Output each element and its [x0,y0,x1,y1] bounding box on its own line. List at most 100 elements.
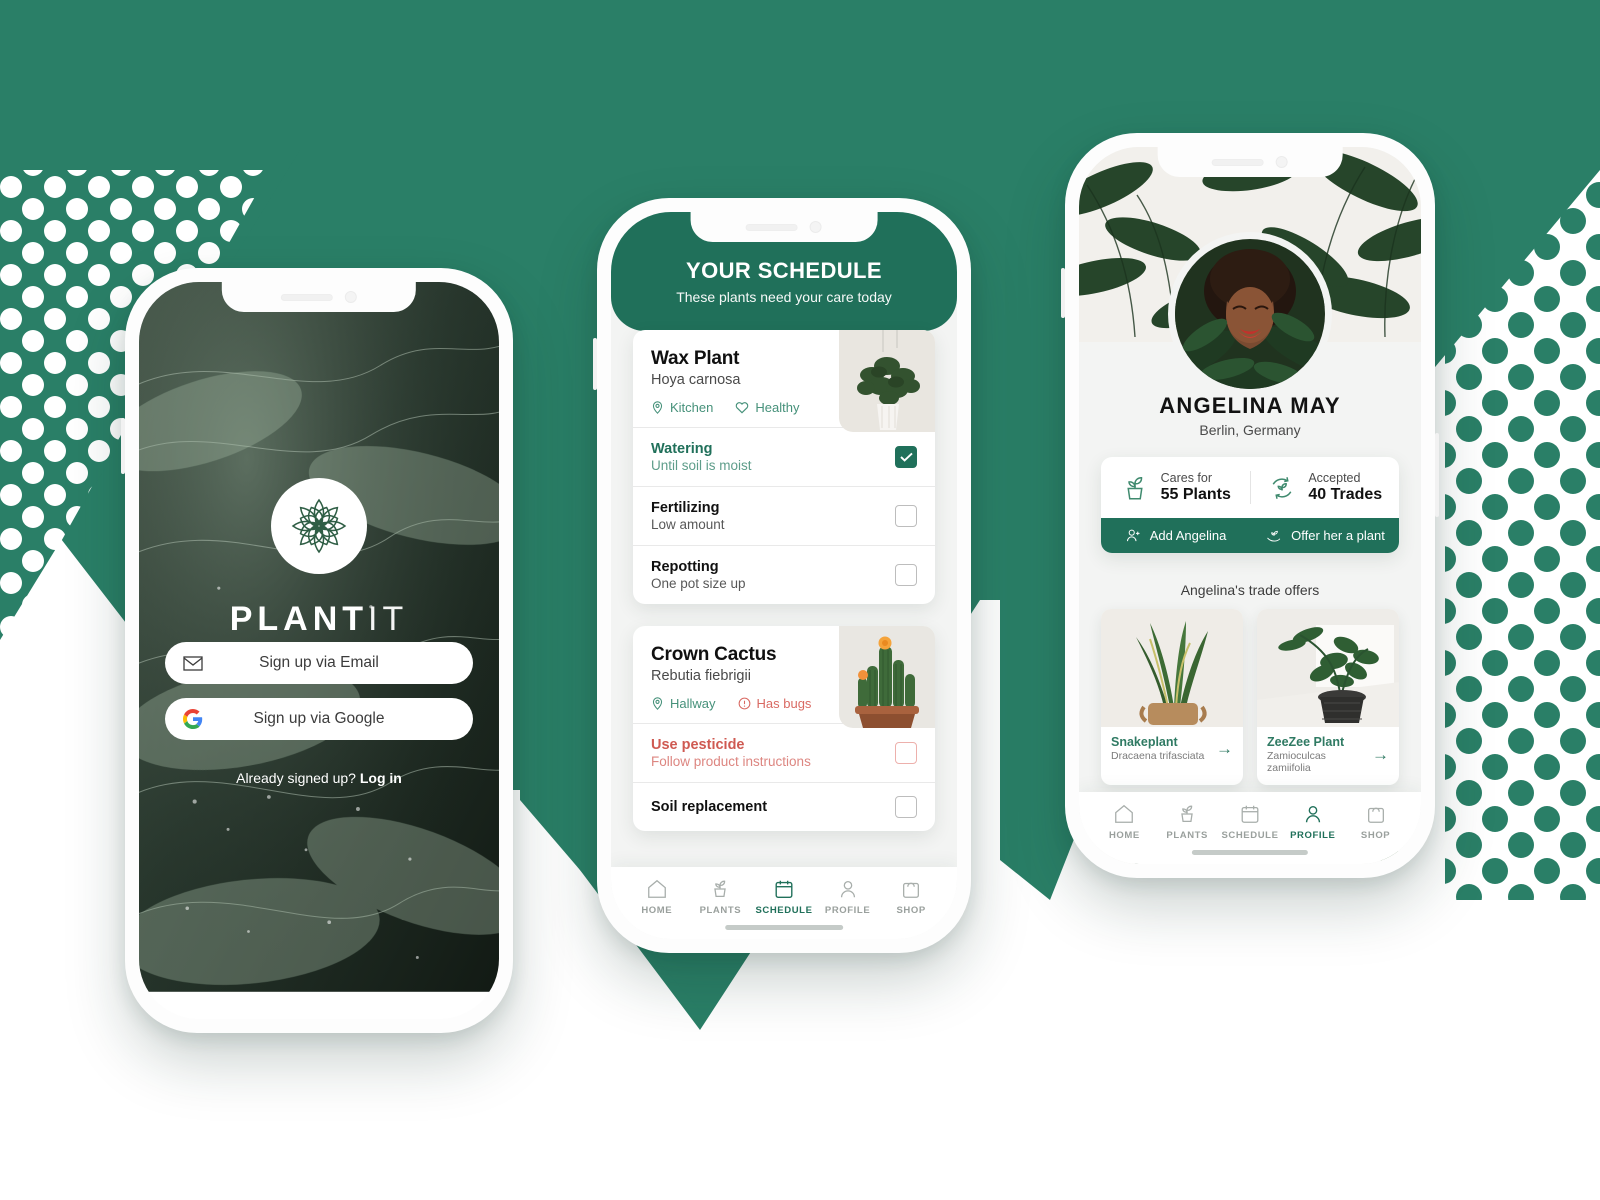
task-text: Repotting One pot size up [651,559,895,591]
tab-profile[interactable]: PROFILE [816,878,880,916]
tab-home[interactable]: HOME [625,878,689,916]
volume-button[interactable] [121,418,125,474]
arrow-right-icon[interactable]: → [1216,740,1233,757]
location-pin-icon [652,401,663,414]
home-indicator[interactable] [1191,850,1309,855]
plant-card-header: Crown Cactus Rebutia fiebrigii Hallway H… [633,626,935,728]
offer-plant-label: Offer her a plant [1291,528,1385,543]
profile-stats-card: Cares for 55 Plants Accepted 40 Trades A… [1101,457,1399,553]
tab-schedule[interactable]: SCHEDULE [1219,803,1282,841]
plant-tag-location-label: Hallway [670,696,716,711]
tab-shop[interactable]: SHOP [1344,803,1407,841]
stat-trades-label: Accepted [1308,471,1361,485]
brand-thin: IT [368,600,409,638]
phone3-notch [1157,147,1343,177]
tab-home[interactable]: HOME [1093,803,1156,841]
app-logo [271,478,367,574]
tab-profile[interactable]: PROFILE [1281,803,1344,841]
offer-text: Snakeplant Dracaena trifasciata [1111,735,1216,762]
brand-wordmark: PLANTIT [230,600,409,639]
volume-button[interactable] [593,338,597,390]
tab-plants[interactable]: PLANTS [1156,803,1219,841]
task-text: Watering Until soil is moist [651,441,895,473]
schedule-subtitle: These plants need your care today [676,289,892,305]
task-name: Use pesticide [651,737,745,753]
task-row[interactable]: Fertilizing Low amount [633,486,935,545]
home-indicator[interactable] [257,1005,381,1010]
volume-button[interactable] [1061,268,1065,318]
task-name: Repotting [651,559,719,575]
phone-schedule: YOUR SCHEDULE These plants need your car… [593,198,971,953]
plant-card[interactable]: Crown Cactus Rebutia fiebrigii Hallway H… [633,626,935,831]
trade-recycle-icon [1272,476,1292,499]
arrow-right-icon[interactable]: → [1372,746,1389,763]
task-desc: Until soil is moist [651,458,752,473]
task-row[interactable]: Repotting One pot size up [633,545,935,604]
task-text: Fertilizing Low amount [651,500,895,532]
add-friend-button[interactable]: Add Angelina [1101,527,1250,544]
signup-email-label: Sign up via Email [259,654,379,671]
offer-name: ZeeZee Plant [1267,735,1345,749]
avatar[interactable] [1175,239,1325,389]
tab-schedule-label: SCHEDULE [1221,830,1279,841]
person-icon [1305,805,1320,823]
signup-google-label: Sign up via Google [253,710,385,727]
phone-onboarding: PLANTIT Sign up via Email Sign up via Go… [121,268,513,1033]
stat-trades-text: Accepted 40 Trades [1308,471,1382,504]
tab-profile-label: PROFILE [824,905,871,916]
phone1-notch [221,282,417,312]
task-text: Soil replacement [651,799,895,815]
offer-card[interactable]: Snakeplant Dracaena trifasciata → [1101,609,1243,785]
signup-google-button[interactable]: Sign up via Google [165,698,473,740]
tab-plants[interactable]: PLANTS [689,878,753,916]
trade-offers-title: Angelina's trade offers [1180,582,1320,598]
signup-email-button[interactable]: Sign up via Email [165,642,473,684]
task-desc: One pot size up [651,576,746,591]
schedule-list[interactable]: Wax Plant Hoya carnosa Kitchen Healthy W… [611,330,957,939]
task-desc: Follow product instructions [651,754,811,769]
heart-icon [736,402,749,414]
location-pin-icon [652,697,663,710]
tab-schedule[interactable]: SCHEDULE [752,878,816,916]
task-checkbox[interactable] [895,796,917,818]
task-row[interactable]: Watering Until soil is moist [633,427,935,486]
task-checkbox[interactable] [895,446,917,468]
phone1-screen: PLANTIT Sign up via Email Sign up via Go… [139,282,499,1019]
page-title: ANGELINA MAY [1159,393,1341,418]
task-checkbox[interactable] [895,742,917,764]
tab-plants-label: PLANTS [1166,830,1208,841]
login-link[interactable]: Log in [360,770,402,786]
power-button[interactable] [1435,433,1439,517]
task-text: Use pesticide Follow product instruction… [651,737,895,769]
tab-profile-label: PROFILE [1290,830,1336,841]
potted-plant-icon [1181,805,1193,822]
tab-plants-label: PLANTS [699,905,742,916]
login-prompt-text: Already signed up? [236,770,356,786]
person-icon [840,881,855,898]
plant-thumbnail [839,330,935,432]
login-prompt-row: Already signed up? Log in [139,770,499,786]
check-icon [899,452,913,462]
task-row[interactable]: Soil replacement [633,782,935,831]
plant-tag-health: Healthy [735,400,799,415]
profile-action-bar: Add Angelina Offer her a plant [1101,518,1399,553]
task-checkbox[interactable] [895,564,917,586]
google-g-icon [183,709,205,729]
offer-plant-button[interactable]: Offer her a plant [1250,527,1399,544]
task-row[interactable]: Use pesticide Follow product instruction… [633,723,935,782]
offer-card[interactable]: ZeeZee Plant Zamioculcas zamiifolia → [1257,609,1399,785]
offer-species: Dracaena trifasciata [1111,750,1205,762]
tab-shop-label: SHOP [1360,830,1391,841]
home-icon [647,879,666,898]
front-camera-icon [344,291,357,303]
home-indicator[interactable] [725,925,843,930]
alert-circle-icon [738,697,750,710]
offer-text: ZeeZee Plant Zamioculcas zamiifolia [1267,735,1372,774]
envelope-icon [183,655,205,671]
task-checkbox[interactable] [895,505,917,527]
plant-card[interactable]: Wax Plant Hoya carnosa Kitchen Healthy W… [633,330,935,604]
tab-shop[interactable]: SHOP [879,878,943,916]
task-name: Watering [651,441,713,457]
earpiece-speaker [1211,158,1264,166]
stat-trades-value: 40 Trades [1308,486,1383,503]
